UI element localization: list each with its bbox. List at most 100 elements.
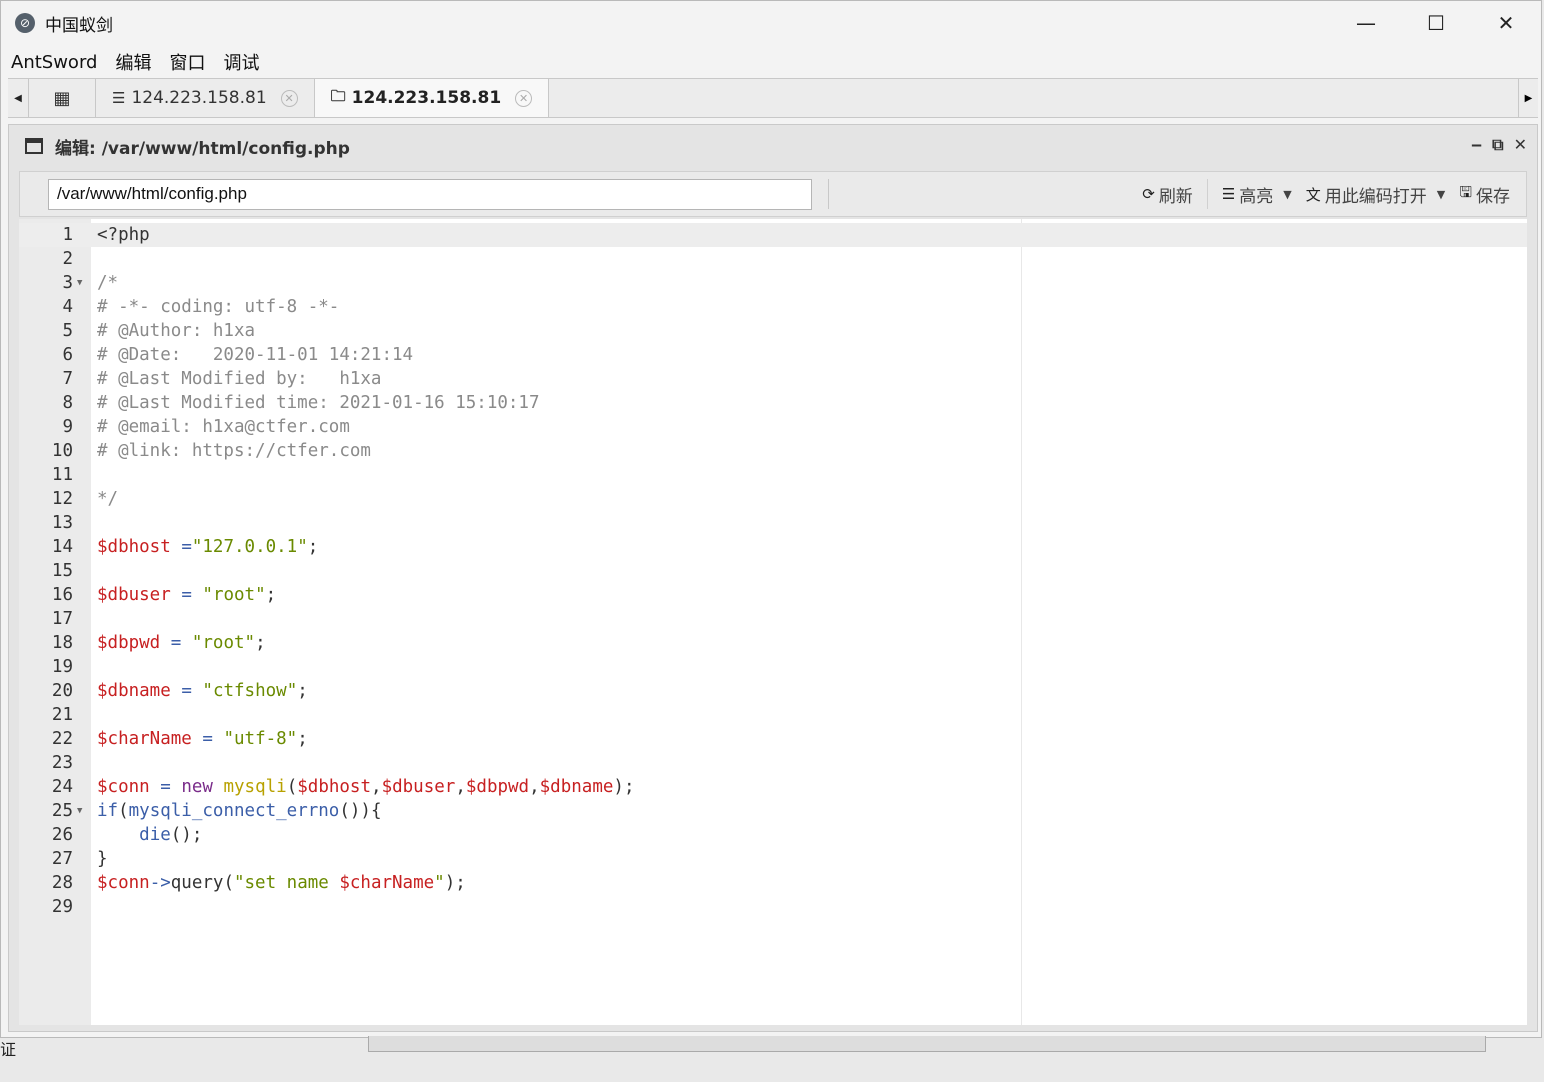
code-text: # @Last Modified by: h1xa (97, 369, 382, 389)
menu-antsword[interactable]: AntSword (11, 52, 97, 73)
code-line[interactable]: 13 (19, 511, 1527, 535)
code-text: # -*- coding: utf-8 -*- (97, 297, 340, 317)
code-line[interactable]: 7 # @Last Modified by: h1xa (19, 367, 1527, 391)
line-number: 21 (51, 705, 73, 725)
line-number: 19 (51, 657, 73, 677)
refresh-button[interactable]: ⟳ 刷新 (1142, 182, 1193, 207)
minimize-button[interactable]: — (1331, 1, 1401, 45)
line-number: 12 (51, 489, 73, 509)
code-line[interactable]: 19 (19, 655, 1527, 679)
code-line[interactable]: 20 $dbname = "ctfshow"; (19, 679, 1527, 703)
panel-restore-icon[interactable]: ⧉ (1492, 135, 1503, 155)
maximize-button[interactable]: ☐ (1401, 1, 1471, 45)
background-window-edge (368, 1036, 1486, 1052)
code-editor[interactable]: 1 <?php 2 3 ▼/* 4 # -*- coding: utf-8 -*- 5 # @A… (19, 219, 1527, 1025)
save-button[interactable]: 🖫 保存 (1459, 182, 1510, 207)
title-bar: ⊘ 中国蚁剑 — ☐ ✕ (1, 1, 1541, 45)
panel-header: 编辑: /var/www/html/config.php ‒ ⧉ ✕ (9, 125, 1537, 167)
code-text: $dbuser = "root"; (97, 585, 277, 605)
tab-database[interactable]: ☰ 124.223.158.81 ✕ (96, 79, 315, 117)
tab-label: 124.223.158.81 (351, 88, 502, 108)
code-line[interactable]: 17 (19, 607, 1527, 631)
line-number: 3 (62, 273, 73, 293)
code-text: die(); (139, 825, 203, 845)
code-line[interactable]: 5 # @Author: h1xa (19, 319, 1527, 343)
tab-scroll-right-icon[interactable]: ▶ (1518, 79, 1538, 117)
highlight-dropdown[interactable]: ☰ 高亮 ▼ (1222, 182, 1292, 207)
tab-bar: ◀ ▦ ☰ 124.223.158.81 ✕ 🗀 124.223.158.81 … (8, 78, 1538, 118)
line-number: 23 (51, 753, 73, 773)
line-number: 26 (51, 825, 73, 845)
tab-filemanager[interactable]: 🗀 124.223.158.81 ✕ (314, 79, 550, 117)
window-controls: — ☐ ✕ (1331, 1, 1541, 45)
line-number: 20 (51, 681, 73, 701)
code-text: */ (97, 489, 119, 509)
menu-window[interactable]: 窗口 (169, 49, 205, 75)
fold-arrow-icon[interactable]: ▼ (77, 271, 82, 295)
list-icon: ☰ (1221, 185, 1236, 203)
code-text: <?php (97, 225, 150, 245)
panel-minimize-icon[interactable]: ‒ (1471, 135, 1482, 155)
code-line[interactable]: 8 # @Last Modified time: 2021-01-16 15:10… (19, 391, 1527, 415)
code-text: # @Last Modified time: 2021-01-16 15:10:… (97, 393, 540, 413)
line-number: 29 (51, 897, 73, 917)
code-text: # @link: https://ctfer.com (97, 441, 371, 461)
line-number: 5 (62, 321, 73, 341)
code-line[interactable]: 6 # @Date: 2020-11-01 14:21:14 (19, 343, 1527, 367)
code-line[interactable]: 21 (19, 703, 1527, 727)
menu-edit[interactable]: 编辑 (115, 49, 151, 75)
code-line[interactable]: 2 (19, 247, 1527, 271)
menu-debug[interactable]: 调试 (223, 49, 259, 75)
code-line[interactable]: 25 ▼ if(mysqli_connect_errno()){ (19, 799, 1527, 823)
line-number: 2 (62, 249, 73, 269)
code-line[interactable]: 4 # -*- coding: utf-8 -*- (19, 295, 1527, 319)
code-line[interactable]: 1 <?php (19, 223, 1527, 247)
panel-title: 编辑: /var/www/html/config.php (55, 138, 350, 159)
window-title: 中国蚁剑 (45, 15, 113, 36)
save-label: 保存 (1476, 186, 1510, 207)
code-line[interactable]: 27} (19, 847, 1527, 871)
code-line[interactable]: 23 (19, 751, 1527, 775)
line-number: 13 (51, 513, 73, 533)
tab-scroll-left-icon[interactable]: ◀ (8, 79, 28, 117)
code-line[interactable]: 22 $charName = "utf-8"; (19, 727, 1527, 751)
database-icon: ☰ (112, 89, 126, 107)
code-line[interactable]: 14 $dbhost ="127.0.0.1"; (19, 535, 1527, 559)
tab-label: 124.223.158.81 (131, 88, 267, 108)
tab-close-icon[interactable]: ✕ (280, 89, 298, 107)
line-number: 1 (62, 225, 73, 245)
code-line[interactable]: 26 die(); (19, 823, 1527, 847)
line-number: 8 (62, 393, 73, 413)
line-number: 28 (51, 873, 73, 893)
close-button[interactable]: ✕ (1471, 1, 1541, 45)
path-input[interactable] (48, 178, 812, 210)
line-number: 25 (51, 801, 73, 821)
code-line[interactable]: 12 */ (19, 487, 1527, 511)
code-line[interactable]: 18 $dbpwd = "root"; (19, 631, 1527, 655)
fold-arrow-icon[interactable]: ▼ (77, 799, 82, 823)
line-number: 14 (51, 537, 73, 557)
line-number: 10 (51, 441, 73, 461)
encoding-dropdown[interactable]: 文 用此编码打开 ▼ (1306, 182, 1445, 207)
code-line[interactable]: 15 (19, 559, 1527, 583)
tab-home[interactable]: ▦ (28, 79, 96, 117)
code-line[interactable]: 16 $dbuser = "root"; (19, 583, 1527, 607)
antsword-logo-icon: ⊘ (15, 13, 35, 33)
code-line[interactable]: 29 (19, 895, 1527, 919)
code-text: $dbpwd = "root"; (97, 633, 266, 653)
refresh-icon: ⟳ (1142, 185, 1155, 203)
line-number: 7 (62, 369, 73, 389)
line-number: 9 (62, 417, 73, 437)
save-icon: 🖫 (1459, 182, 1472, 201)
code-line[interactable]: 28 $conn->query("set name $charName"); (19, 871, 1527, 895)
tab-close-icon[interactable]: ✕ (515, 89, 533, 107)
code-line[interactable]: 10 # @link: https://ctfer.com (19, 439, 1527, 463)
panel-close-icon[interactable]: ✕ (1514, 135, 1527, 155)
line-number: 24 (51, 777, 73, 797)
window-icon (25, 138, 43, 154)
code-line[interactable]: 24 $conn = new mysqli($dbhost,$dbuser,$db… (19, 775, 1527, 799)
code-line[interactable]: 11 (19, 463, 1527, 487)
code-line[interactable]: 3 ▼ /* (19, 271, 1527, 295)
code-line[interactable]: 9 # @email: h1xa@ctfer.com (19, 415, 1527, 439)
code-text: $dbhost ="127.0.0.1"; (97, 537, 319, 557)
